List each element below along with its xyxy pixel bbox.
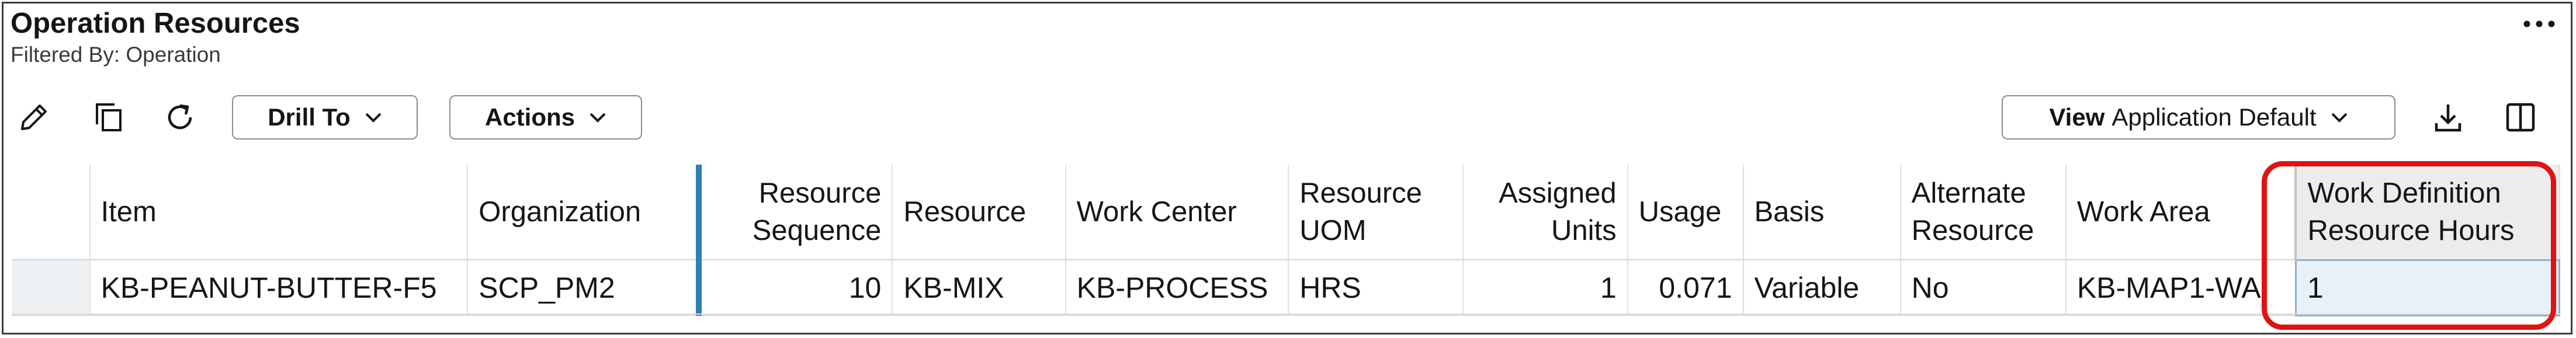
table-empty-area-divider	[12, 313, 2560, 315]
cell-organization[interactable]: SCP_PM2	[467, 260, 699, 316]
more-options-button[interactable]	[2519, 9, 2560, 39]
panel-title: Operation Resources	[11, 8, 300, 39]
column-header-basis[interactable]: Basis	[1743, 165, 1901, 260]
edit-button[interactable]	[12, 95, 56, 140]
column-header-resource-sequence[interactable]: Resource Sequence	[695, 165, 893, 260]
cell-item[interactable]: KB-PEANUT-BUTTER-F5	[89, 260, 469, 316]
view-label: View	[2049, 103, 2105, 131]
cell-resource-sequence[interactable]: 10	[695, 260, 893, 316]
table-row[interactable]: KB-PEANUT-BUTTER-F5 SCP_PM2 10 KB-MIX KB…	[12, 259, 2561, 316]
row-selector-cell[interactable]	[12, 260, 91, 316]
refresh-icon	[168, 104, 192, 130]
cell-work-definition-resource-hours[interactable]: 1	[2294, 259, 2561, 316]
duplicate-button[interactable]	[86, 95, 131, 140]
pencil-icon	[21, 104, 47, 130]
column-header-item[interactable]: Item	[89, 165, 469, 260]
column-header-organization[interactable]: Organization	[467, 165, 699, 260]
view-value: Application Default	[2112, 103, 2317, 131]
actions-label: Actions	[484, 103, 575, 131]
split-columns-button[interactable]	[2498, 95, 2543, 140]
drill-to-label: Drill To	[268, 103, 351, 131]
column-header-work-definition-resource-hours[interactable]: Work Definition Resource Hours	[2294, 165, 2560, 260]
actions-menu-button[interactable]: Actions	[449, 95, 642, 140]
cell-resource-uom[interactable]: HRS	[1288, 260, 1464, 316]
column-header-usage[interactable]: Usage	[1627, 165, 1744, 260]
download-button[interactable]	[2426, 95, 2470, 140]
table-header-row: Item Organization Resource Sequence Resou…	[12, 165, 2560, 260]
chevron-down-icon	[365, 113, 382, 123]
row-selector-header[interactable]	[12, 165, 91, 260]
drill-to-menu-button[interactable]: Drill To	[232, 95, 418, 140]
operation-resources-table: Item Organization Resource Sequence Resou…	[12, 165, 2561, 316]
refresh-button[interactable]	[158, 95, 202, 140]
column-header-work-area[interactable]: Work Area	[2065, 165, 2297, 260]
split-columns-icon	[2506, 103, 2535, 132]
cell-alternate-resource[interactable]: No	[1900, 260, 2067, 316]
cell-usage[interactable]: 0.071	[1627, 260, 1744, 316]
chevron-down-icon	[2331, 113, 2347, 123]
column-header-assigned-units[interactable]: Assigned Units	[1463, 165, 1628, 260]
cell-resource[interactable]: KB-MIX	[892, 260, 1066, 316]
cell-assigned-units[interactable]: 1	[1463, 260, 1628, 316]
column-header-alternate-resource[interactable]: Alternate Resource	[1900, 165, 2067, 260]
copy-icon	[96, 103, 122, 131]
cell-basis[interactable]: Variable	[1743, 260, 1901, 316]
panel-filter-subtitle: Filtered By: Operation	[11, 43, 221, 67]
cell-work-center[interactable]: KB-PROCESS	[1065, 260, 1289, 316]
chevron-down-icon	[590, 113, 606, 123]
download-icon	[2435, 104, 2461, 132]
column-header-resource-uom[interactable]: Resource UOM	[1288, 165, 1464, 260]
view-selector[interactable]: View Application Default	[2002, 95, 2395, 140]
column-header-resource[interactable]: Resource	[892, 165, 1066, 260]
cell-work-area[interactable]: KB-MAP1-WA	[2065, 260, 2297, 316]
column-header-work-center[interactable]: Work Center	[1065, 165, 1289, 260]
more-horizontal-icon	[2523, 20, 2555, 27]
